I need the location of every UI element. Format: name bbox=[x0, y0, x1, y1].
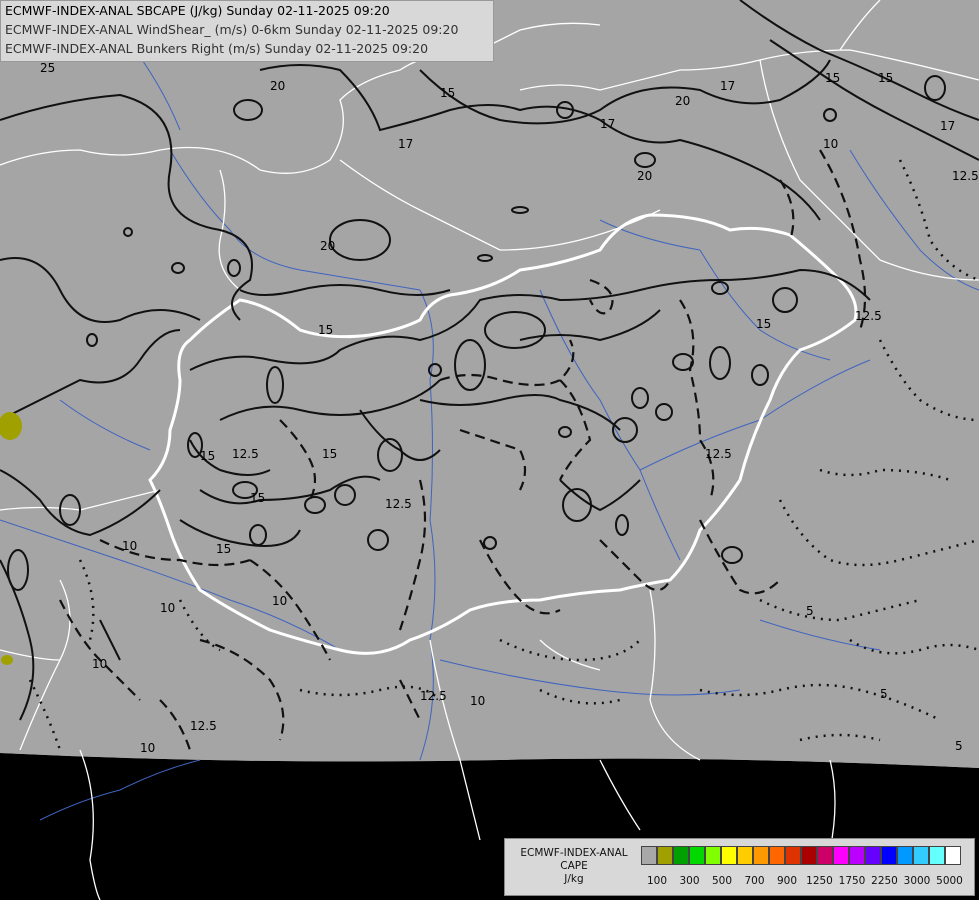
legend-swatch bbox=[865, 846, 881, 865]
legend-swatch bbox=[833, 846, 849, 865]
windshear-label: 15 bbox=[878, 71, 893, 85]
windshear-label: 17 bbox=[720, 79, 735, 93]
legend-tick-label: 5000 bbox=[936, 875, 963, 887]
bunkers-label: 12.5 bbox=[420, 689, 447, 703]
bunkers-label: 10 bbox=[470, 694, 485, 708]
windshear-label: 15 bbox=[322, 447, 337, 461]
legend-swatch bbox=[817, 846, 833, 865]
legend-tick-label: 1750 bbox=[838, 875, 866, 887]
windshear-label: 15 bbox=[200, 449, 215, 463]
legend-swatch bbox=[657, 846, 673, 865]
bunkers-label: 10 bbox=[122, 539, 137, 553]
legend-swatches bbox=[641, 846, 961, 866]
bunkers-label: 10 bbox=[92, 657, 107, 671]
legend-tick-label: 500 bbox=[711, 875, 733, 887]
title-windshear: ECMWF-INDEX-ANAL WindShear_ (m/s) 0-6km … bbox=[5, 22, 459, 37]
cape-area bbox=[1, 655, 13, 665]
legend-swatch bbox=[785, 846, 801, 865]
legend-title: ECMWF-INDEX-ANAL CAPE J/kg bbox=[509, 847, 639, 886]
bunkers-label: 12.5 bbox=[855, 309, 882, 323]
cape-legend: ECMWF-INDEX-ANAL CAPE J/kg 100 300 500 700 9… bbox=[504, 838, 975, 896]
legend-ticks: 100 300 500 700 900 1250 1750 2250 3000 5000 bbox=[641, 875, 971, 889]
legend-tick-label: 1250 bbox=[806, 875, 833, 887]
windshear-label: 15 bbox=[250, 491, 265, 505]
legend-title-variable: CAPE bbox=[560, 860, 588, 872]
windshear-label: 25 bbox=[40, 61, 55, 75]
legend-swatch bbox=[897, 846, 913, 865]
legend-title-model: ECMWF-INDEX-ANAL bbox=[520, 847, 628, 859]
windshear-label: 15 bbox=[825, 71, 840, 85]
legend-swatch bbox=[769, 846, 785, 865]
legend-swatch bbox=[801, 846, 817, 865]
bunkers-label: 5 bbox=[955, 739, 963, 753]
bunkers-label: 10 bbox=[823, 137, 838, 151]
bunkers-label: 12.5 bbox=[190, 719, 217, 733]
legend-tick-label: 2250 bbox=[871, 875, 898, 887]
windshear-label: 15 bbox=[756, 317, 771, 331]
windshear-label: 15 bbox=[216, 542, 231, 556]
bunkers-label: 12.5 bbox=[232, 447, 259, 461]
legend-swatch bbox=[705, 846, 721, 865]
windshear-label: 20 bbox=[270, 79, 285, 93]
legend-swatch bbox=[641, 846, 657, 865]
legend-swatch bbox=[689, 846, 705, 865]
title-bunkers: ECMWF-INDEX-ANAL Bunkers Right (m/s) Sun… bbox=[5, 41, 429, 56]
legend-title-unit: J/kg bbox=[564, 873, 584, 885]
legend-swatch bbox=[721, 846, 737, 865]
bunkers-label: 10 bbox=[160, 601, 175, 615]
windshear-label: 17 bbox=[600, 117, 615, 131]
legend-swatch bbox=[929, 846, 945, 865]
legend-swatch bbox=[673, 846, 689, 865]
windshear-label: 17 bbox=[398, 137, 413, 151]
bunkers-label: 10 bbox=[140, 741, 155, 755]
title-sbcape: ECMWF-INDEX-ANAL SBCAPE (J/kg) Sunday 02… bbox=[5, 3, 390, 18]
bunkers-label: 12.5 bbox=[705, 447, 732, 461]
legend-tick-label: 3000 bbox=[903, 875, 931, 887]
legend-tick-label: 700 bbox=[744, 875, 765, 887]
map-title-box: ECMWF-INDEX-ANAL SBCAPE (J/kg) Sunday 02… bbox=[0, 0, 494, 62]
bunkers-label: 5 bbox=[880, 687, 888, 701]
legend-swatch bbox=[753, 846, 769, 865]
legend-swatch bbox=[881, 846, 897, 865]
legend-swatch bbox=[945, 846, 961, 865]
bunkers-label: 12.5 bbox=[952, 169, 979, 183]
windshear-label: 20 bbox=[320, 239, 335, 253]
windshear-label: 15 bbox=[318, 323, 333, 337]
windshear-label: 17 bbox=[940, 119, 955, 133]
legend-swatch bbox=[737, 846, 753, 865]
bunkers-label: 10 bbox=[272, 594, 287, 608]
windshear-label: 15 bbox=[440, 86, 455, 100]
legend-tick-label: 300 bbox=[679, 875, 700, 887]
bunkers-label: 5 bbox=[806, 604, 814, 618]
windshear-label: 20 bbox=[637, 169, 652, 183]
legend-tick-label: 100 bbox=[646, 875, 668, 887]
legend-swatch bbox=[913, 846, 929, 865]
legend-swatch bbox=[849, 846, 865, 865]
legend-tick-label: 900 bbox=[776, 875, 798, 887]
bunkers-label: 12.5 bbox=[385, 497, 412, 511]
windshear-label: 20 bbox=[675, 94, 690, 108]
weather-map: 25 20 15 17 20 17 20 20 15 17 17 15 15 1… bbox=[0, 0, 979, 900]
